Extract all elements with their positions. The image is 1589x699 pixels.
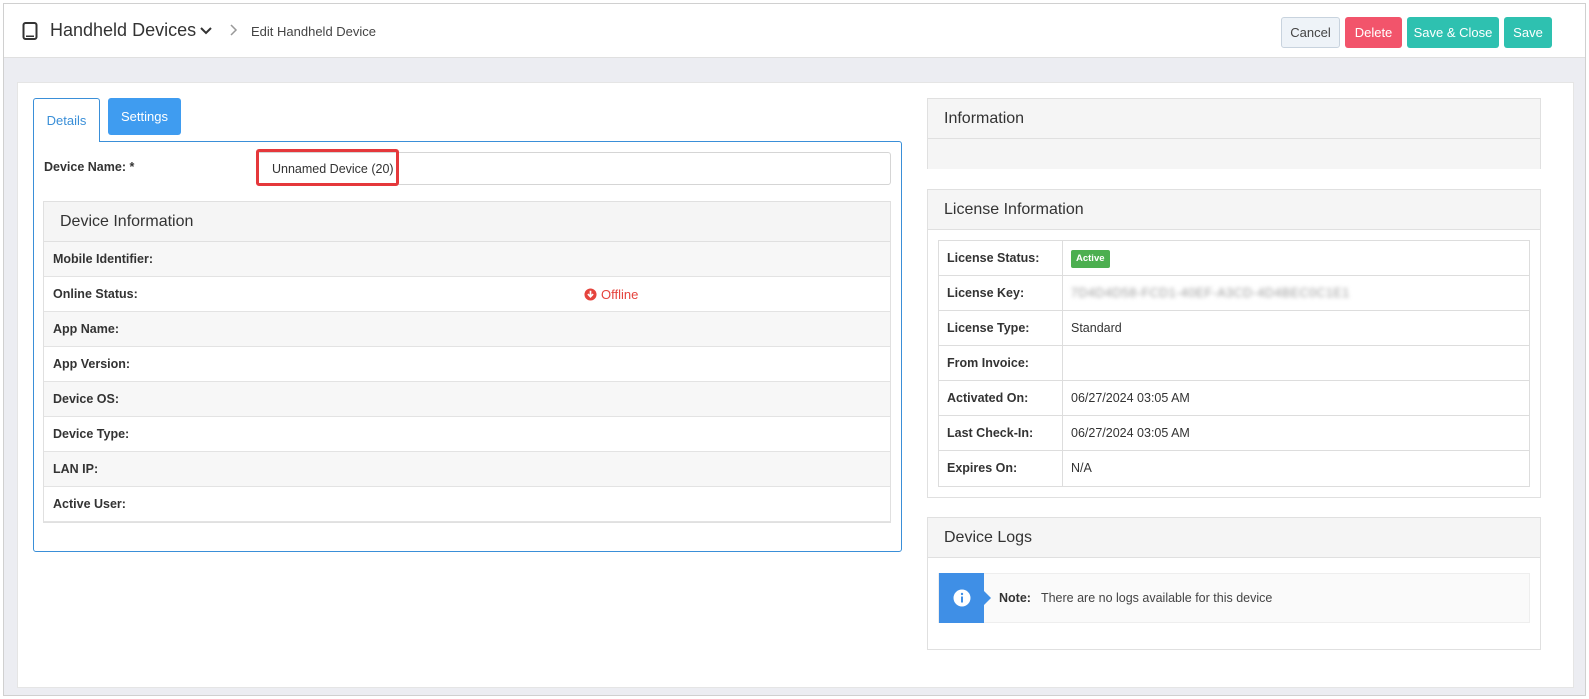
- table-row: Device Type:: [44, 417, 890, 452]
- row-label: Device Type:: [53, 427, 130, 441]
- arrow-down-circle-icon: [584, 288, 597, 301]
- table-row: App Version:: [44, 347, 890, 382]
- row-label: App Version:: [53, 357, 131, 371]
- table-row: LAN IP:: [44, 452, 890, 487]
- information-title: Information: [928, 99, 1540, 139]
- information-card: Information: [927, 98, 1541, 169]
- row-value: 06/27/2024 03:05 AM: [1071, 426, 1190, 440]
- table-row: Last Check-In: 06/27/2024 03:05 AM: [939, 416, 1529, 451]
- row-value: N/A: [1071, 461, 1092, 475]
- chevron-right-icon: [230, 24, 238, 36]
- row-label: License Key:: [939, 276, 1063, 310]
- chevron-down-icon[interactable]: [200, 26, 212, 36]
- tab-details[interactable]: Details: [33, 98, 100, 142]
- tab-settings[interactable]: Settings: [108, 98, 181, 135]
- row-label: License Status:: [939, 241, 1063, 275]
- row-label: From Invoice:: [939, 346, 1063, 380]
- note-text: There are no logs available for this dev…: [1040, 591, 1273, 605]
- device-logs-card: Device Logs Note: There are no logs avai…: [927, 517, 1541, 650]
- row-label: Device OS:: [53, 392, 120, 406]
- device-name-input[interactable]: Unnamed Device (20): [257, 152, 891, 185]
- online-status-value: Offline: [584, 287, 638, 302]
- row-label: Online Status:: [53, 287, 138, 301]
- row-label: Last Check-In:: [939, 416, 1063, 450]
- license-information-card: License Information License Status: Acti…: [927, 189, 1541, 498]
- license-key-value: 7D4D4D58-FCD1-40EF-A3CD-4D4BEC0C1E1: [1071, 286, 1350, 300]
- row-value: Active: [1063, 241, 1110, 275]
- device-information-title: Device Information: [44, 202, 890, 242]
- row-label: LAN IP:: [53, 462, 99, 476]
- row-label: Mobile Identifier:: [53, 252, 153, 266]
- info-icon: [953, 589, 970, 607]
- row-value: 06/27/2024 03:05 AM: [1071, 391, 1190, 405]
- delete-button[interactable]: Delete: [1345, 17, 1402, 48]
- save-button[interactable]: Save: [1504, 17, 1552, 48]
- table-row: Online Status: Offline: [44, 277, 890, 312]
- device-logs-title: Device Logs: [928, 518, 1540, 558]
- row-label: License Type:: [939, 311, 1063, 345]
- note-icon-box: [939, 573, 991, 623]
- top-bar: Handheld Devices Edit Handheld Device Ca…: [4, 4, 1585, 58]
- row-label: App Name:: [53, 322, 119, 336]
- row-label: Activated On:: [939, 381, 1063, 415]
- row-value: [1063, 346, 1071, 380]
- offline-text: Offline: [601, 287, 639, 302]
- row-value: Standard: [1071, 321, 1122, 335]
- device-information-rows: Mobile Identifier: Online Status: Offlin…: [44, 242, 890, 522]
- table-row: Activated On: 06/27/2024 03:05 AM: [939, 381, 1529, 416]
- details-tab-content: Device Name: * Unnamed Device (20) Devic…: [33, 141, 902, 552]
- status-badge: Active: [1071, 249, 1110, 268]
- device-information-panel: Device Information Mobile Identifier: On…: [43, 201, 891, 523]
- row-label: Expires On:: [939, 451, 1063, 486]
- table-row: License Status: Active: [939, 241, 1529, 276]
- information-body: [928, 139, 1540, 169]
- main-panel: Details Settings Device Name: * Unnamed …: [17, 82, 1574, 688]
- table-row: App Name:: [44, 312, 890, 347]
- save-close-button[interactable]: Save & Close: [1407, 17, 1499, 48]
- table-row: License Type: Standard: [939, 311, 1529, 346]
- app-frame: Handheld Devices Edit Handheld Device Ca…: [3, 3, 1586, 696]
- table-row: Mobile Identifier:: [44, 242, 890, 277]
- license-information-title: License Information: [928, 190, 1540, 230]
- row-value: 7D4D4D58-FCD1-40EF-A3CD-4D4BEC0C1E1: [1063, 276, 1350, 310]
- license-table: License Status: Active License Key: 7D4D…: [938, 240, 1530, 487]
- table-row: Device OS:: [44, 382, 890, 417]
- note-label: Note:: [999, 591, 1031, 605]
- device-name-value: Unnamed Device (20): [272, 162, 394, 176]
- module-title[interactable]: Handheld Devices: [50, 20, 196, 41]
- table-row: Expires On: N/A: [939, 451, 1529, 486]
- device-name-label: Device Name: *: [44, 160, 135, 174]
- table-row: From Invoice:: [939, 346, 1529, 381]
- tablet-icon: [22, 22, 38, 40]
- cancel-button[interactable]: Cancel: [1281, 17, 1340, 48]
- table-row: Active User:: [44, 487, 890, 522]
- breadcrumb-current: Edit Handheld Device: [251, 24, 377, 39]
- row-label: Active User:: [53, 497, 126, 511]
- logs-note: Note: There are no logs available for th…: [938, 573, 1530, 623]
- table-row: License Key: 7D4D4D58-FCD1-40EF-A3CD-4D4…: [939, 276, 1529, 311]
